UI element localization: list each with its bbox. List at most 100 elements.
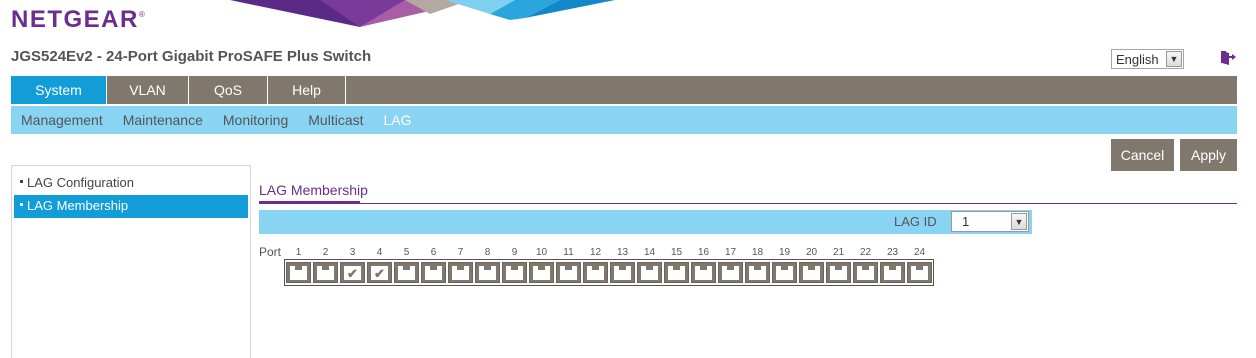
ethernet-port-icon [587,266,604,280]
port-notch [295,266,302,270]
port-number-3: 3 [349,247,356,258]
bullet-icon [20,180,23,184]
port-number-11: 11 [563,247,574,258]
port-number-6: 6 [430,247,437,258]
section-tab-underline [259,201,360,204]
port-checkbox-2[interactable] [313,262,338,283]
ethernet-port-icon [803,266,820,280]
ethernet-port-icon: ✔ [344,266,361,281]
subtab-monitoring[interactable]: Monitoring [223,112,288,128]
port-checkbox-7[interactable] [448,262,473,283]
port-number-14: 14 [643,247,656,258]
port-checkbox-4[interactable]: ✔ [367,262,392,283]
port-number-10: 10 [535,247,548,258]
cancel-button[interactable]: Cancel [1111,139,1174,171]
ethernet-port-icon [776,266,793,280]
port-checkbox-20[interactable] [799,262,824,283]
lag-id-select[interactable]: 1 ▼ [951,211,1029,232]
ethernet-port-icon [749,266,766,280]
port-notch [457,266,464,270]
subtab-management[interactable]: Management [21,112,103,128]
tab-help[interactable]: Help [268,76,346,104]
port-number-4: 4 [376,247,383,258]
port-checkbox-11[interactable] [556,262,581,283]
ethernet-port-icon [857,266,874,280]
port-checkbox-8[interactable] [475,262,500,283]
port-notch [781,266,788,270]
port-checkbox-14[interactable] [637,262,662,283]
ethernet-port-icon [398,266,415,280]
port-notch [403,266,410,270]
port-checkbox-5[interactable] [394,262,419,283]
port-notch [619,266,626,270]
port-notch [673,266,680,270]
tab-vlan[interactable]: VLAN [107,76,189,104]
port-notch [430,266,437,270]
chevron-down-icon: ▼ [1011,213,1027,230]
port-checkbox-10[interactable] [529,262,554,283]
lag-id-label: LAG ID [894,214,937,229]
port-notch [727,266,734,270]
subtab-lag[interactable]: LAG [384,112,412,128]
port-checkbox-15[interactable] [664,262,689,283]
port-notch [538,266,545,270]
port-notch [808,266,815,270]
port-number-12: 12 [589,247,602,258]
port-number-7: 7 [457,247,464,258]
checkmark-icon: ✔ [347,266,358,281]
subtab-maintenance[interactable]: Maintenance [123,112,203,128]
port-checkbox-6[interactable] [421,262,446,283]
logout-icon[interactable] [1220,49,1236,65]
sidebar-item-lag-membership[interactable]: LAG Membership [14,195,248,218]
bullet-icon [20,203,23,207]
port-checkbox-13[interactable] [610,262,635,283]
port-checkbox-23[interactable] [880,262,905,283]
ethernet-port-icon [911,266,928,280]
switch-admin-page: NETGEAR® JGS524Ev2 - 24-Port Gigabit Pro… [0,0,1256,358]
ethernet-port-icon [722,266,739,280]
port-number-9: 9 [511,247,518,258]
ethernet-port-icon [425,266,442,280]
ethernet-port-icon [641,266,658,280]
subtab-multicast[interactable]: Multicast [308,112,363,128]
port-number-17: 17 [724,247,737,258]
port-number-20: 20 [805,247,818,258]
sidebar: LAG Configuration LAG Membership [11,165,251,358]
port-checkbox-12[interactable] [583,262,608,283]
port-number-5: 5 [403,247,410,258]
ethernet-port-icon [830,266,847,280]
ethernet-port-icon [479,266,496,280]
port-number-19: 19 [778,247,791,258]
sidebar-item-lag-configuration[interactable]: LAG Configuration [14,172,248,195]
port-notch [754,266,761,270]
port-checkbox-19[interactable] [772,262,797,283]
port-checkbox-22[interactable] [853,262,878,283]
port-notch [511,266,518,270]
language-select[interactable]: English ▼ [1111,49,1184,69]
tab-system[interactable]: System [11,76,107,104]
port-checkbox-3[interactable]: ✔ [340,262,365,283]
port-checkbox-1[interactable] [286,262,311,283]
port-checkbox-21[interactable] [826,262,851,283]
lag-id-value: 1 [962,214,970,229]
port-checkbox-16[interactable] [691,262,716,283]
ethernet-port-icon [668,266,685,280]
ethernet-port-icon [533,266,550,280]
port-checkbox-9[interactable] [502,262,527,283]
port-notch [889,266,896,270]
port-notch [862,266,869,270]
ethernet-port-icon [317,266,334,280]
tab-qos[interactable]: QoS [189,76,268,104]
apply-button[interactable]: Apply [1180,139,1237,171]
port-notch [592,266,599,270]
port-number-13: 13 [616,247,629,258]
port-checkbox-18[interactable] [745,262,770,283]
ethernet-port-icon [695,266,712,280]
port-checkbox-17[interactable] [718,262,743,283]
port-checkbox-24[interactable] [907,262,932,283]
port-notch [700,266,707,270]
header-banner-graphic [230,0,615,27]
port-number-21: 21 [832,247,845,258]
ethernet-port-icon: ✔ [371,266,388,281]
ethernet-port-icon [560,266,577,280]
